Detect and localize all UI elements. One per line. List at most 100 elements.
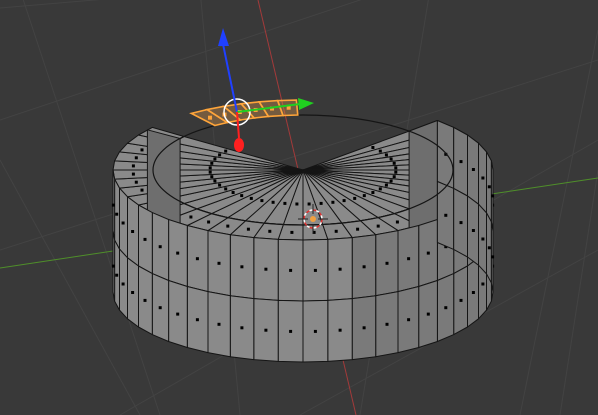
- wall-face-dot: [487, 246, 491, 250]
- wall-face-dot: [459, 221, 463, 225]
- origin-dot: [310, 216, 316, 222]
- cap-face-dot: [378, 187, 382, 191]
- cap-face-dot: [394, 170, 398, 174]
- ring-face-dot: [395, 220, 399, 224]
- wall-face-dot: [176, 251, 180, 255]
- cap-face-dot: [224, 149, 228, 153]
- x-arrow-icon[interactable]: [234, 138, 244, 152]
- wall-face-dot: [111, 264, 115, 268]
- wall-face-dot: [338, 267, 342, 271]
- wall-face-dot: [491, 255, 495, 259]
- viewport-canvas[interactable]: [0, 0, 598, 415]
- wall-face-dot: [362, 265, 366, 269]
- cap-face-dot: [392, 161, 396, 165]
- ring-face-dot: [131, 164, 135, 168]
- cap-face-dot: [353, 196, 357, 200]
- wall-face-dot: [407, 257, 411, 261]
- cap-face-dot: [210, 161, 214, 165]
- cap-face-dot: [331, 200, 335, 204]
- wall-face-dot: [471, 229, 475, 232]
- wall-face-dot: [217, 261, 221, 265]
- ring-face-dot: [290, 230, 294, 234]
- ring-face-dot: [376, 224, 380, 228]
- wall-face-dot: [121, 282, 125, 286]
- cap-face-dot: [208, 170, 212, 174]
- cap-face-dot: [392, 175, 396, 179]
- cap-face-dot: [208, 166, 212, 170]
- wall-face-dot: [121, 221, 125, 225]
- cap-face-dot: [210, 175, 214, 179]
- cap-face-dot: [371, 146, 375, 149]
- cap-face-dot: [271, 200, 275, 204]
- cap-face-dot: [295, 202, 299, 206]
- ring-face-dot: [189, 215, 193, 219]
- wall-face-dot: [385, 261, 389, 265]
- wall-face-dot: [289, 268, 293, 272]
- ring-face-dot: [334, 229, 338, 233]
- wall-face-dot: [471, 291, 475, 294]
- wall-face-dot: [491, 194, 495, 198]
- cap-face-dot: [218, 153, 222, 157]
- wall-face-dot: [362, 326, 366, 330]
- ring-face-dot: [134, 156, 138, 160]
- ring-face-dot: [134, 180, 138, 184]
- 3d-viewport[interactable]: [0, 0, 598, 415]
- cap-face-dot: [249, 196, 253, 200]
- wall-face-dot: [444, 213, 448, 217]
- cap-face-dot: [342, 199, 346, 203]
- cap-face-dot: [394, 166, 398, 170]
- wall-face-dot: [459, 160, 463, 164]
- cap-face-dot: [389, 179, 393, 183]
- cap-face-dot: [389, 157, 393, 161]
- wall-face-dot: [313, 268, 317, 272]
- wall-face-dot: [407, 318, 411, 322]
- cap-face-dot: [371, 191, 375, 194]
- wall-face-dot: [240, 265, 244, 269]
- wall-face-dot: [459, 298, 463, 302]
- wall-face-dot: [444, 306, 448, 310]
- wall-face-dot: [481, 237, 485, 241]
- ring-face-dot: [131, 172, 135, 176]
- wall-face-dot: [143, 237, 147, 241]
- wall-face-dot: [426, 251, 430, 255]
- wall-face-dot: [426, 312, 430, 316]
- wall-face-dot: [217, 322, 221, 326]
- ring-face-dot: [140, 148, 144, 152]
- wall-face-dot: [195, 318, 199, 322]
- wall-face-dot: [481, 176, 485, 180]
- cap-face-dot: [378, 149, 382, 153]
- wall-face-dot: [143, 298, 147, 302]
- wall-face-dot: [131, 291, 135, 294]
- cap-face-dot: [213, 157, 217, 161]
- wall-face-dot: [240, 326, 244, 330]
- wall-face-dot: [176, 312, 180, 316]
- wall-face-dot: [115, 212, 119, 216]
- ring-face-dot: [140, 188, 144, 192]
- cap-face-dot: [384, 183, 388, 187]
- ring-face-dot: [226, 224, 230, 228]
- cap-face-dot: [283, 201, 287, 205]
- ring-face-dot: [356, 227, 360, 231]
- wall-face-dot: [289, 329, 293, 333]
- cap-face-dot: [307, 202, 311, 206]
- cap-face-dot: [319, 201, 323, 205]
- wall-face-dot: [158, 245, 162, 249]
- wall-face-dot: [385, 322, 389, 326]
- wall-face-dot: [471, 168, 475, 171]
- wall-face-dot: [111, 203, 115, 207]
- ring-face-dot: [246, 227, 250, 231]
- wall-face-dot: [195, 257, 199, 261]
- cap-face-dot: [362, 194, 366, 198]
- wall-face-dot: [487, 185, 491, 189]
- wall-face-dot: [131, 230, 135, 233]
- cap-face-dot: [213, 179, 217, 183]
- wall-face-dot: [313, 329, 317, 333]
- wall-face-dot: [158, 306, 162, 310]
- ring-face-dot: [268, 229, 272, 233]
- cap-face-dot: [260, 199, 264, 203]
- wall-face-dot: [338, 328, 342, 332]
- cap-face-dot: [231, 191, 235, 194]
- ring-face-dot: [207, 220, 211, 224]
- cap-face-dot: [384, 153, 388, 157]
- wall-face-dot: [264, 267, 268, 271]
